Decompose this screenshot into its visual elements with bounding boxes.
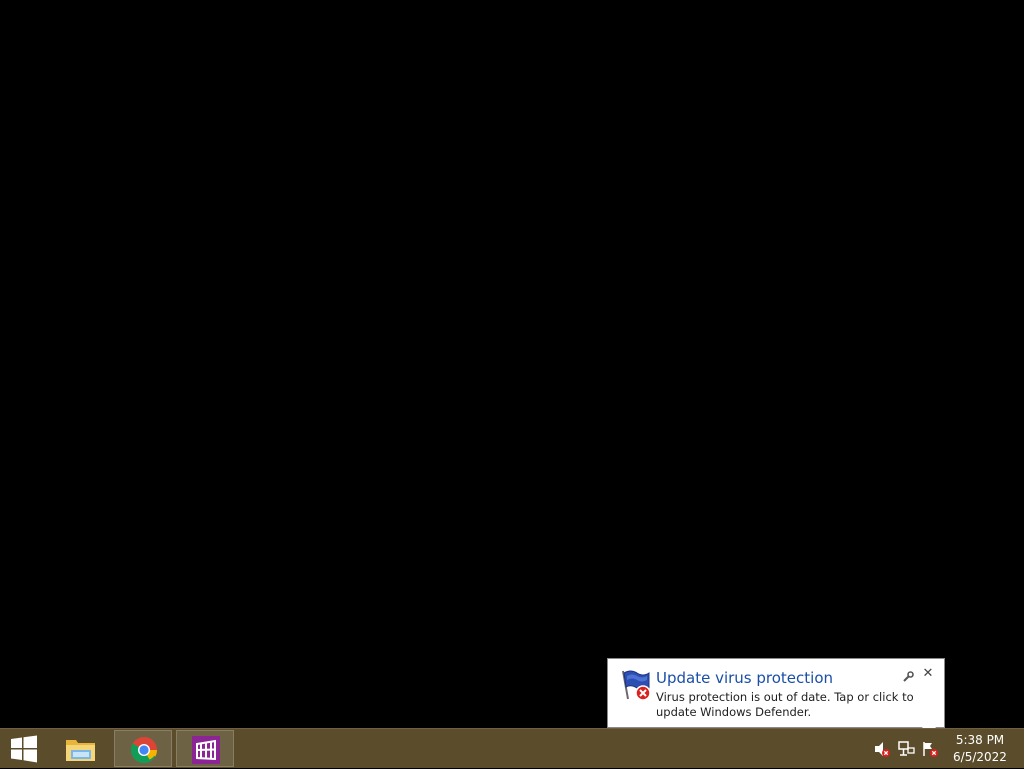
notification-message[interactable]: Virus protection is out of date. Tap or … [656,690,938,720]
windows-defender-warning-flag-icon [619,668,653,702]
taskbar: 5:38 PM 6/5/2022 [0,728,1024,768]
clock-time: 5:38 PM [955,733,1005,747]
volume-muted-icon[interactable] [873,740,891,758]
taskbar-file-explorer[interactable] [52,730,110,767]
taskbar-windows-store[interactable] [176,730,234,767]
action-center-flag-error-icon[interactable] [921,740,939,758]
notification-title[interactable]: Update virus protection [656,669,833,687]
clock-date: 6/5/2022 [953,750,1007,764]
wrench-icon[interactable] [902,668,914,682]
start-button[interactable] [0,729,48,769]
notification-balloon[interactable]: Update virus protection Virus protection… [607,658,945,728]
network-disconnected-icon[interactable] [897,740,915,758]
desktop[interactable] [0,0,1024,728]
taskbar-chrome[interactable] [114,730,172,767]
taskbar-clock[interactable]: 5:38 PM 6/5/2022 [946,732,1014,766]
close-icon[interactable]: ✕ [921,667,935,681]
